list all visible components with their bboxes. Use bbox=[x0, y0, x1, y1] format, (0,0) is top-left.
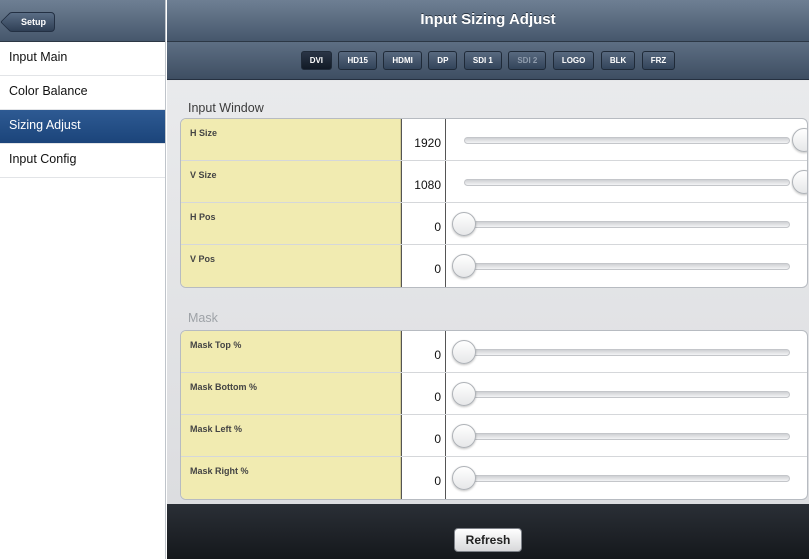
main-panel: Input Sizing Adjust DVI HD15 HDMI DP SDI… bbox=[167, 0, 809, 559]
input-window-card: H Size 1920 V Size 1080 H Pos 0 V Pos 0 bbox=[180, 118, 808, 288]
mask-bottom-label: Mask Bottom % bbox=[181, 373, 401, 414]
v-size-value[interactable]: 1080 bbox=[401, 161, 446, 202]
tab-hdmi[interactable]: HDMI bbox=[383, 51, 422, 70]
input-tab-bar: DVI HD15 HDMI DP SDI 1 SDI 2 LOGO BLK FR… bbox=[167, 42, 809, 80]
h-size-slider-track[interactable] bbox=[464, 137, 790, 144]
mask-left-row: Mask Left % 0 bbox=[181, 415, 807, 457]
v-size-slider-thumb[interactable] bbox=[792, 170, 807, 194]
sidebar-item-color-balance[interactable]: Color Balance bbox=[0, 76, 165, 110]
refresh-button[interactable]: Refresh bbox=[453, 528, 523, 552]
h-size-row: H Size 1920 bbox=[181, 119, 807, 161]
mask-right-value[interactable]: 0 bbox=[401, 457, 446, 499]
mask-right-label: Mask Right % bbox=[181, 457, 401, 499]
tab-hd15[interactable]: HD15 bbox=[338, 51, 377, 70]
footer-bar: Refresh bbox=[167, 504, 809, 559]
tab-blk[interactable]: BLK bbox=[600, 51, 636, 70]
mask-top-slider-thumb[interactable] bbox=[452, 340, 476, 364]
mask-bottom-value[interactable]: 0 bbox=[401, 373, 446, 414]
v-pos-slider-thumb[interactable] bbox=[452, 254, 476, 278]
mask-bottom-slider-track[interactable] bbox=[464, 391, 790, 398]
mask-left-slider-thumb[interactable] bbox=[452, 424, 476, 448]
mask-right-row: Mask Right % 0 bbox=[181, 457, 807, 499]
tab-logo[interactable]: LOGO bbox=[552, 51, 595, 70]
setup-back-label: Setup bbox=[21, 17, 47, 27]
mask-right-slider-track[interactable] bbox=[464, 475, 790, 482]
tab-dp[interactable]: DP bbox=[428, 51, 458, 70]
mask-card: Mask Top % 0 Mask Bottom % 0 Mask Left %… bbox=[180, 330, 808, 500]
mask-top-row: Mask Top % 0 bbox=[181, 331, 807, 373]
sidebar-item-sizing-adjust[interactable]: Sizing Adjust bbox=[0, 110, 165, 144]
setup-back-button[interactable]: Setup bbox=[8, 12, 56, 32]
mask-bottom-slider-thumb[interactable] bbox=[452, 382, 476, 406]
mask-top-slider-track[interactable] bbox=[464, 349, 790, 356]
mask-bottom-row: Mask Bottom % 0 bbox=[181, 373, 807, 415]
tab-frz[interactable]: FRZ bbox=[641, 51, 676, 70]
h-pos-slider-track[interactable] bbox=[464, 221, 790, 228]
input-window-title: Input Window bbox=[188, 101, 264, 115]
h-size-label: H Size bbox=[181, 119, 401, 160]
sidebar-header: Setup bbox=[0, 0, 165, 42]
mask-left-value[interactable]: 0 bbox=[401, 415, 446, 456]
h-size-value[interactable]: 1920 bbox=[401, 119, 446, 160]
mask-left-label: Mask Left % bbox=[181, 415, 401, 456]
mask-right-slider-thumb[interactable] bbox=[452, 466, 476, 490]
v-size-row: V Size 1080 bbox=[181, 161, 807, 203]
mask-left-slider-track[interactable] bbox=[464, 433, 790, 440]
tab-sdi-2: SDI 2 bbox=[508, 51, 547, 70]
mask-top-label: Mask Top % bbox=[181, 331, 401, 372]
content-area: Input Window H Size 1920 V Size 1080 H P… bbox=[167, 81, 809, 504]
h-pos-row: H Pos 0 bbox=[181, 203, 807, 245]
sidebar-item-input-config[interactable]: Input Config bbox=[0, 144, 165, 178]
h-pos-value[interactable]: 0 bbox=[401, 203, 446, 244]
h-size-slider-thumb[interactable] bbox=[792, 128, 807, 152]
h-pos-label: H Pos bbox=[181, 203, 401, 244]
v-pos-row: V Pos 0 bbox=[181, 245, 807, 287]
page-title: Input Sizing Adjust bbox=[167, 0, 809, 42]
mask-title: Mask bbox=[188, 311, 218, 325]
h-pos-slider-thumb[interactable] bbox=[452, 212, 476, 236]
v-pos-label: V Pos bbox=[181, 245, 401, 287]
tab-sdi-1[interactable]: SDI 1 bbox=[463, 51, 502, 70]
v-size-label: V Size bbox=[181, 161, 401, 202]
tab-dvi[interactable]: DVI bbox=[300, 51, 333, 70]
sidebar-item-input-main[interactable]: Input Main bbox=[0, 42, 165, 76]
v-size-slider-track[interactable] bbox=[464, 179, 790, 186]
v-pos-value[interactable]: 0 bbox=[401, 245, 446, 287]
mask-top-value[interactable]: 0 bbox=[401, 331, 446, 372]
v-pos-slider-track[interactable] bbox=[464, 263, 790, 270]
sidebar: Setup Input Main Color Balance Sizing Ad… bbox=[0, 0, 166, 559]
